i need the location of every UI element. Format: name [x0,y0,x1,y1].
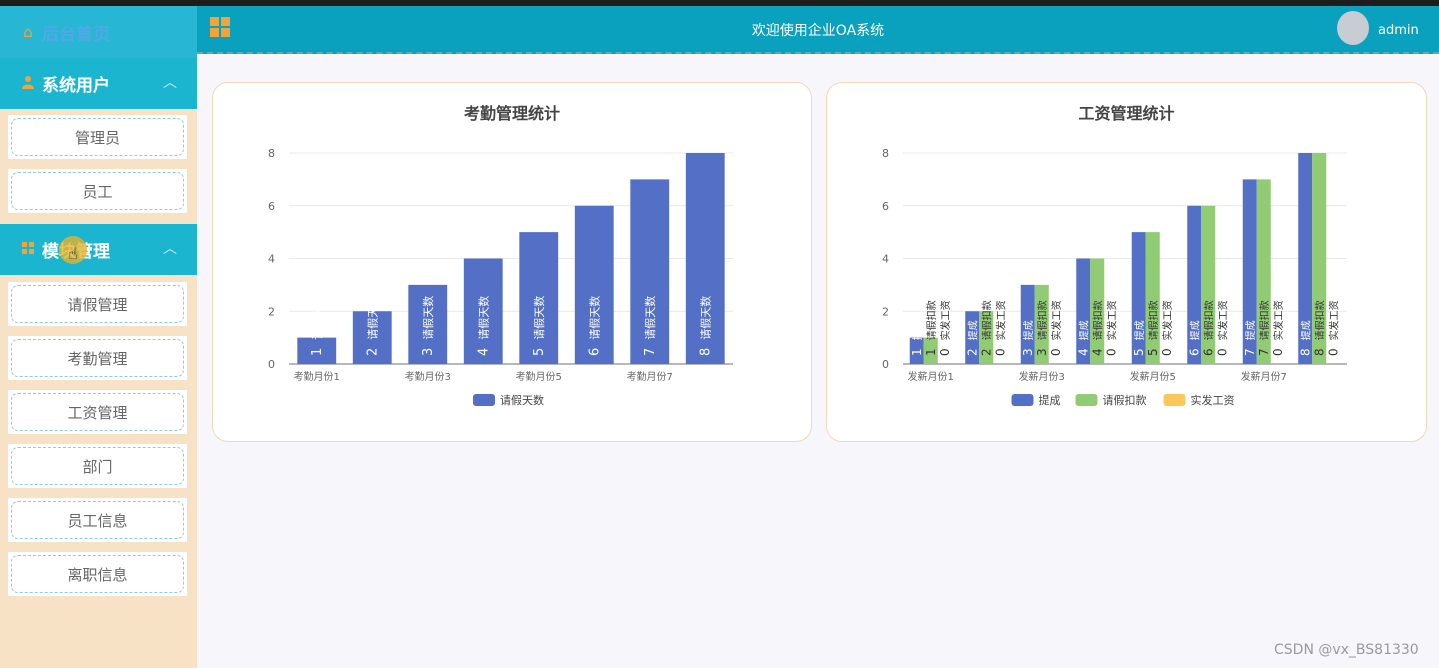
data-label: 5提成 [1132,320,1146,356]
x-tick-label: 考勤月份3 [405,370,451,383]
x-tick-label: 发薪月份3 [1019,370,1065,383]
y-tick-label: 6 [882,200,889,213]
y-tick-label: 0 [882,358,889,371]
x-tick-label: 考勤月份1 [294,370,340,383]
grid-icon [20,241,36,258]
sidebar-group-system-users[interactable]: 系统用户 ︿ [0,58,197,109]
sidebar-item-salary[interactable]: 工资管理 [8,390,187,434]
data-label: 6提成 [1187,320,1201,356]
data-label: 8提成 [1298,320,1312,356]
y-tick-label: 2 [882,305,889,318]
page-title: 欢迎使用企业OA系统 [751,23,885,39]
sidebar-item-label: 考勤管理 [11,339,184,377]
data-label: 0实发工资 [1271,300,1285,356]
y-tick-label: 0 [268,358,275,371]
x-tick-label: 考勤月份5 [516,370,562,383]
y-tick-label: 4 [268,253,275,266]
data-label: 3提成 [1021,320,1035,356]
sidebar-group-label: 系统用户 [42,76,110,96]
x-tick-label: 考勤月份7 [627,370,673,383]
legend-label: 提成 [1039,394,1061,407]
sidebar-item-attendance[interactable]: 考勤管理 [8,336,187,380]
legend-label: 实发工资 [1191,393,1235,407]
bar [1131,232,1146,364]
legend-label: 请假扣款 [1103,393,1147,407]
y-tick-label: 2 [268,305,275,318]
sidebar-item-staff-info[interactable]: 员工信息 [8,498,187,542]
sidebar-group-modules[interactable]: 模块管理 ︿ [0,224,197,275]
data-label: 2提成 [965,320,979,356]
watermark: CSDN @vx_BS81330 [1274,642,1419,658]
sidebar-home[interactable]: ⌂ 后台首页 [0,6,197,58]
sidebar-item-department[interactable]: 部门 [8,444,187,488]
x-tick-label: 发薪月份5 [1130,370,1176,383]
legend-swatch [1163,394,1186,406]
salary-chart-card: 工资管理统计 0 2 4 6 8 发薪月份1 1提成 1请假扣款 0实发工资 2提成 2请假扣款 0实… [826,82,1427,442]
sidebar-item-label: 管理员 [11,118,184,156]
x-tick-label: 发薪月份1 [908,370,954,383]
chevron-up-icon[interactable]: ︿ [163,238,177,258]
sidebar-item-resignation[interactable]: 离职信息 [8,552,187,596]
y-tick-label: 4 [882,253,889,266]
sidebar-item-label: 请假管理 [11,285,184,323]
hand-pointer-icon: ☝ [68,244,78,263]
legend-label: 请假天数 [500,393,544,407]
sidebar-item-label: 工资管理 [11,393,184,431]
attendance-chart-card: 考勤管理统计 0 2 4 6 8 考勤月份1 1请假天数 2请假天数 考勤月份3 3请假天数 4请假… [212,82,812,442]
x-tick-label: 发薪月份7 [1241,370,1287,383]
sidebar: ⌂ 后台首页 系统用户 ︿ 管理员 员工 模块管理 ︿ 请假管理 考勤管理 工资… [0,6,197,668]
data-label: 0实发工资 [1215,300,1229,356]
data-label: 0实发工资 [1049,300,1063,356]
chevron-up-icon[interactable]: ︿ [163,72,177,92]
salary-chart: 02468发薪月份11提成1请假扣款0实发工资2提成2请假扣款0实发工资发薪月份… [882,147,1347,407]
top-header: 欢迎使用企业OA系统 admin [197,6,1439,54]
data-label: 7提成 [1243,320,1257,356]
y-tick-label: 8 [268,147,275,160]
legend-swatch [1011,394,1034,406]
data-label: 1提成 [910,320,924,356]
data-label: 0实发工资 [1104,300,1118,356]
data-label: 0实发工资 [938,300,952,356]
sidebar-item-admin[interactable]: 管理员 [8,115,187,159]
sidebar-item-label: 员工信息 [11,501,184,539]
legend-swatch [473,394,495,406]
data-label: 0实发工资 [993,300,1007,356]
legend-swatch [1075,394,1098,406]
sidebar-item-leave[interactable]: 请假管理 [8,282,187,326]
sidebar-item-label: 离职信息 [11,555,184,593]
sidebar-home-label: 后台首页 [42,24,110,45]
data-label: 0实发工资 [1326,300,1340,356]
user-icon [20,75,36,93]
avatar[interactable] [1337,11,1369,45]
sidebar-item-employee[interactable]: 员工 [8,169,187,213]
bar [1145,232,1160,364]
y-tick-label: 8 [882,147,889,160]
data-label: 4提成 [1076,320,1090,356]
sidebar-item-label: 部门 [11,447,184,485]
bar [1076,258,1091,364]
y-tick-label: 6 [268,200,275,213]
sidebar-item-label: 员工 [11,172,184,210]
data-label: 0实发工资 [1160,300,1174,356]
user-name[interactable]: admin [1378,23,1419,38]
home-icon: ⌂ [23,23,33,41]
attendance-chart: 02468考勤月份11请假天数2请假天数考勤月份33请假天数4请假天数考勤月份5… [268,147,733,407]
